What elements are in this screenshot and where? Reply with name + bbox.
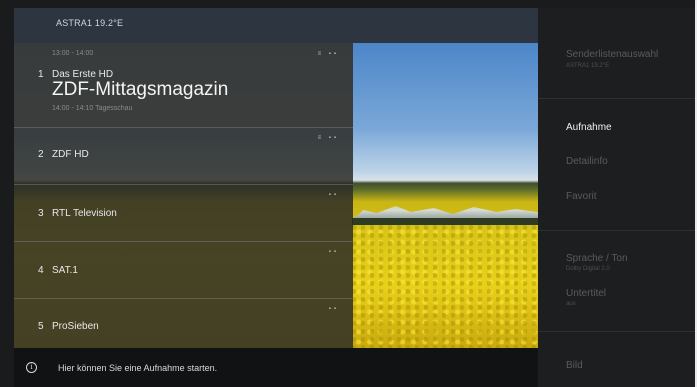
channel-number: 1 [38, 69, 44, 80]
menu-item-favorite[interactable]: Favorit [566, 191, 597, 202]
info-icon: i [26, 362, 37, 373]
preview-mountains [354, 206, 538, 218]
program-title: ZDF-Mittagsmagazin [52, 79, 229, 100]
preview-rapeseed-field [352, 225, 538, 348]
channel-list-value: ASTRA1 19.2°E [566, 63, 610, 69]
channel-row[interactable]: 3 RTL Television ▪▪ [14, 184, 353, 242]
channel-name: ProSieben [52, 321, 99, 332]
channel-badges: ▪▪ [328, 306, 339, 312]
menu-item-subtitles[interactable]: Untertitel [566, 288, 606, 299]
channel-row[interactable]: 5 ProSieben ▪▪ [14, 298, 353, 348]
channel-name: ZDF HD [52, 149, 89, 160]
tv-screen: ASTRA1 19.2°E 13:00 - 14:00 1 Das Erste … [0, 0, 697, 387]
channel-badges: ≡ ▪▪ [317, 135, 339, 141]
options-menu: Senderlistenauswahl ASTRA1 19.2°E Aufnah… [538, 8, 697, 387]
channel-name: SAT.1 [52, 265, 78, 276]
menu-item-recording[interactable]: Aufnahme [566, 122, 612, 133]
info-text: Hier können Sie eine Aufnahme starten. [58, 363, 218, 373]
channel-number: 4 [38, 265, 44, 276]
satellite-label: ASTRA1 19.2°E [56, 18, 124, 28]
channel-row[interactable]: 2 ZDF HD ≡ ▪▪ [14, 127, 353, 185]
next-program: 14:00 - 14:10 Tagesschau [52, 105, 133, 112]
subtitle-value: aus [566, 301, 576, 307]
menu-divider [538, 230, 697, 231]
info-bar: i Hier können Sie eine Aufnahme starten. [14, 348, 538, 387]
channel-badges: ≡ ▪▪ [317, 51, 339, 57]
channel-row[interactable]: 4 SAT.1 ▪▪ [14, 241, 353, 299]
menu-item-channel-list[interactable]: Senderlistenauswahl [566, 49, 658, 60]
menu-divider [538, 331, 697, 332]
channel-name: RTL Television [52, 208, 117, 219]
channel-row[interactable]: 13:00 - 14:00 1 Das Erste HD ≡ ▪▪ ZDF-Mi… [14, 43, 353, 128]
channel-list: 13:00 - 14:00 1 Das Erste HD ≡ ▪▪ ZDF-Mi… [14, 43, 353, 348]
language-value: Dolby Digital 2.0 [566, 266, 610, 272]
menu-item-language[interactable]: Sprache / Ton [566, 253, 628, 264]
channel-number: 5 [38, 321, 44, 332]
preview-treeline [352, 218, 538, 225]
menu-item-details[interactable]: Detailinfo [566, 156, 608, 167]
channel-number: 3 [38, 208, 44, 219]
menu-item-picture[interactable]: Bild [566, 360, 583, 371]
channel-number: 2 [38, 149, 44, 160]
channel-badges: ▪▪ [328, 249, 339, 255]
channel-badges: ▪▪ [328, 192, 339, 198]
menu-divider [538, 98, 697, 99]
program-time: 13:00 - 14:00 [52, 50, 94, 57]
